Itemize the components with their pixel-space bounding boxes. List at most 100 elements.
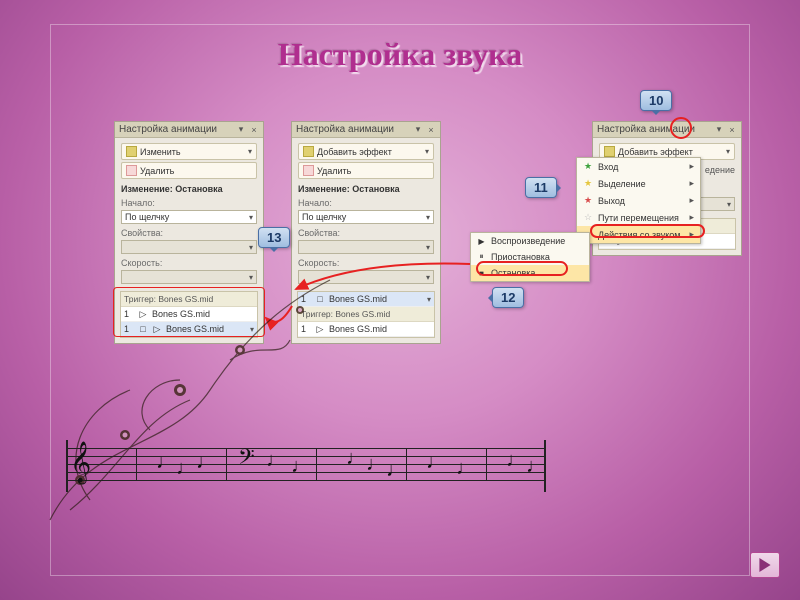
add-effect-button[interactable]: Добавить эффект ▾ <box>298 143 434 160</box>
chevron-down-icon: ▾ <box>425 147 429 156</box>
delete-effect-label: Удалить <box>317 166 351 176</box>
slide-stage: Настройка звука Настройка анимации ▾ × И… <box>0 0 800 600</box>
props-label: Свойства: <box>121 228 257 238</box>
item-index: 1 <box>124 309 134 319</box>
play-icon: ▷ <box>152 324 162 334</box>
bar-line <box>136 448 137 481</box>
play-icon: ▶ <box>477 237 486 246</box>
stop-icon: □ <box>138 324 148 334</box>
menu-label: Выход <box>598 196 625 206</box>
stop-icon: □ <box>315 294 325 304</box>
chevron-down-icon: ▾ <box>249 213 253 222</box>
note-icon: ♩ <box>426 452 446 472</box>
submenu-item-play[interactable]: ▶ Воспроизведение <box>471 233 589 249</box>
close-icon[interactable]: × <box>426 125 436 135</box>
menu-label: Выделение <box>598 179 646 189</box>
treble-clef-icon: 𝄞 <box>70 444 91 480</box>
note-icon: ♩ <box>346 448 366 468</box>
start-label: Начало: <box>298 198 434 208</box>
chevron-down-icon: ▾ <box>427 295 431 304</box>
item-text: Bones GS.mid <box>329 294 387 304</box>
chevron-right-icon: ▸ <box>689 161 694 172</box>
item-text: Bones GS.mid <box>166 324 224 334</box>
chevron-down-icon: ▾ <box>250 325 254 334</box>
note-icon: ♩ <box>386 460 406 480</box>
menu-item-entrance[interactable]: ★ Вход ▸ <box>577 158 700 175</box>
trigger-group: Триггер: Bones GS.mid <box>298 307 434 322</box>
submenu-label: Воспроизведение <box>491 236 565 246</box>
panel-title: Настройка анимации <box>119 124 217 135</box>
start-combo[interactable]: По щелчку ▾ <box>121 210 257 224</box>
start-value: По щелчку <box>302 212 346 222</box>
trigger-group: Триггер: Bones GS.mid <box>121 292 257 307</box>
chevron-down-icon: ▾ <box>426 213 430 222</box>
callout-13: 13 <box>258 227 290 248</box>
close-icon[interactable]: × <box>727 125 737 135</box>
speed-combo: ▾ <box>298 270 434 284</box>
list-item[interactable]: 1 ▷ Bones GS.mid <box>121 307 257 322</box>
callout-12: 12 <box>492 287 524 308</box>
bar-line <box>316 448 317 481</box>
panel-header: Настройка анимации ▾ × <box>593 122 741 138</box>
list-item[interactable]: 1 □ Bones GS.mid ▾ <box>298 292 434 307</box>
list-item[interactable]: 1 □ ▷ Bones GS.mid ▾ <box>121 322 257 337</box>
menu-item-sound-actions[interactable]: ♪ Действия со звуком ▸ <box>577 226 700 243</box>
menu-label: Пути перемещения <box>598 213 679 223</box>
effects-list: 1 □ Bones GS.mid ▾ Триггер: Bones GS.mid… <box>297 291 435 338</box>
anim-panel-1: Настройка анимации ▾ × Изменить ▾ Удалит… <box>114 121 264 344</box>
dropdown-icon[interactable]: ▾ <box>236 125 246 135</box>
star-icon: ☆ <box>583 213 593 223</box>
change-section: Изменение: Остановка Начало: По щелчку ▾… <box>292 181 440 287</box>
props-combo: ▾ <box>121 240 257 254</box>
delete-effect-label: Удалить <box>140 166 174 176</box>
list-item[interactable]: 1 ▷ Bones GS.mid <box>298 322 434 337</box>
note-icon: ♩ <box>506 450 526 470</box>
dropdown-icon[interactable]: ▾ <box>714 125 724 135</box>
effect-category-menu: ★ Вход ▸ ★ Выделение ▸ ★ Выход ▸ ☆ Пути … <box>576 157 701 244</box>
chevron-right-icon: ▸ <box>689 212 694 223</box>
stop-icon: ■ <box>477 269 486 278</box>
submenu-label: Остановка <box>491 268 535 278</box>
bar-line <box>486 448 487 481</box>
change-effect-button[interactable]: Изменить ▾ <box>121 143 257 160</box>
anim-panel-2: Настройка анимации ▾ × Добавить эффект ▾… <box>291 121 441 344</box>
note-icon: ♩ <box>266 450 286 470</box>
props-combo: ▾ <box>298 240 434 254</box>
submenu-item-pause[interactable]: ⏸ Приостановка <box>471 249 589 265</box>
delete-effect-button[interactable]: Удалить <box>121 162 257 179</box>
bass-clef-icon: 𝄢 <box>238 446 255 472</box>
play-icon: ▷ <box>315 324 325 334</box>
submenu-item-stop[interactable]: ■ Остановка <box>471 265 589 281</box>
note-icon: ♩ <box>176 458 196 478</box>
start-combo[interactable]: По щелчку ▾ <box>298 210 434 224</box>
bar-line <box>226 448 227 481</box>
speed-label: Скорость: <box>298 258 434 268</box>
add-effect-label: Добавить эффект <box>317 147 392 157</box>
start-value: По щелчку <box>125 212 169 222</box>
play-icon: ▷ <box>138 309 148 319</box>
partial-label: едение <box>705 165 735 175</box>
panel-title: Настройка анимации <box>296 124 394 135</box>
menu-item-motion-paths[interactable]: ☆ Пути перемещения ▸ <box>577 209 700 226</box>
note-icon: ♩ <box>526 456 546 476</box>
menu-item-exit[interactable]: ★ Выход ▸ <box>577 192 700 209</box>
change-section-title: Изменение: Остановка <box>121 184 223 194</box>
speed-combo: ▾ <box>121 270 257 284</box>
next-slide-button[interactable] <box>750 552 780 578</box>
item-text: Bones GS.mid <box>329 324 387 334</box>
pause-icon: ⏸ <box>477 253 486 262</box>
menu-item-emphasis[interactable]: ★ Выделение ▸ <box>577 175 700 192</box>
play-icon <box>758 558 772 572</box>
callout-10: 10 <box>640 90 672 111</box>
chevron-right-icon: ▸ <box>689 195 694 206</box>
dropdown-icon[interactable]: ▾ <box>413 125 423 135</box>
bar-line <box>406 448 407 481</box>
note-icon: ♩ <box>156 452 176 472</box>
chevron-down-icon: ▾ <box>248 147 252 156</box>
chevron-right-icon: ▸ <box>689 229 694 240</box>
delete-effect-button[interactable]: Удалить <box>298 162 434 179</box>
item-index: 1 <box>124 324 134 334</box>
menu-label: Действия со звуком <box>598 230 680 240</box>
close-icon[interactable]: × <box>249 125 259 135</box>
effects-list: Триггер: Bones GS.mid 1 ▷ Bones GS.mid 1… <box>120 291 258 338</box>
